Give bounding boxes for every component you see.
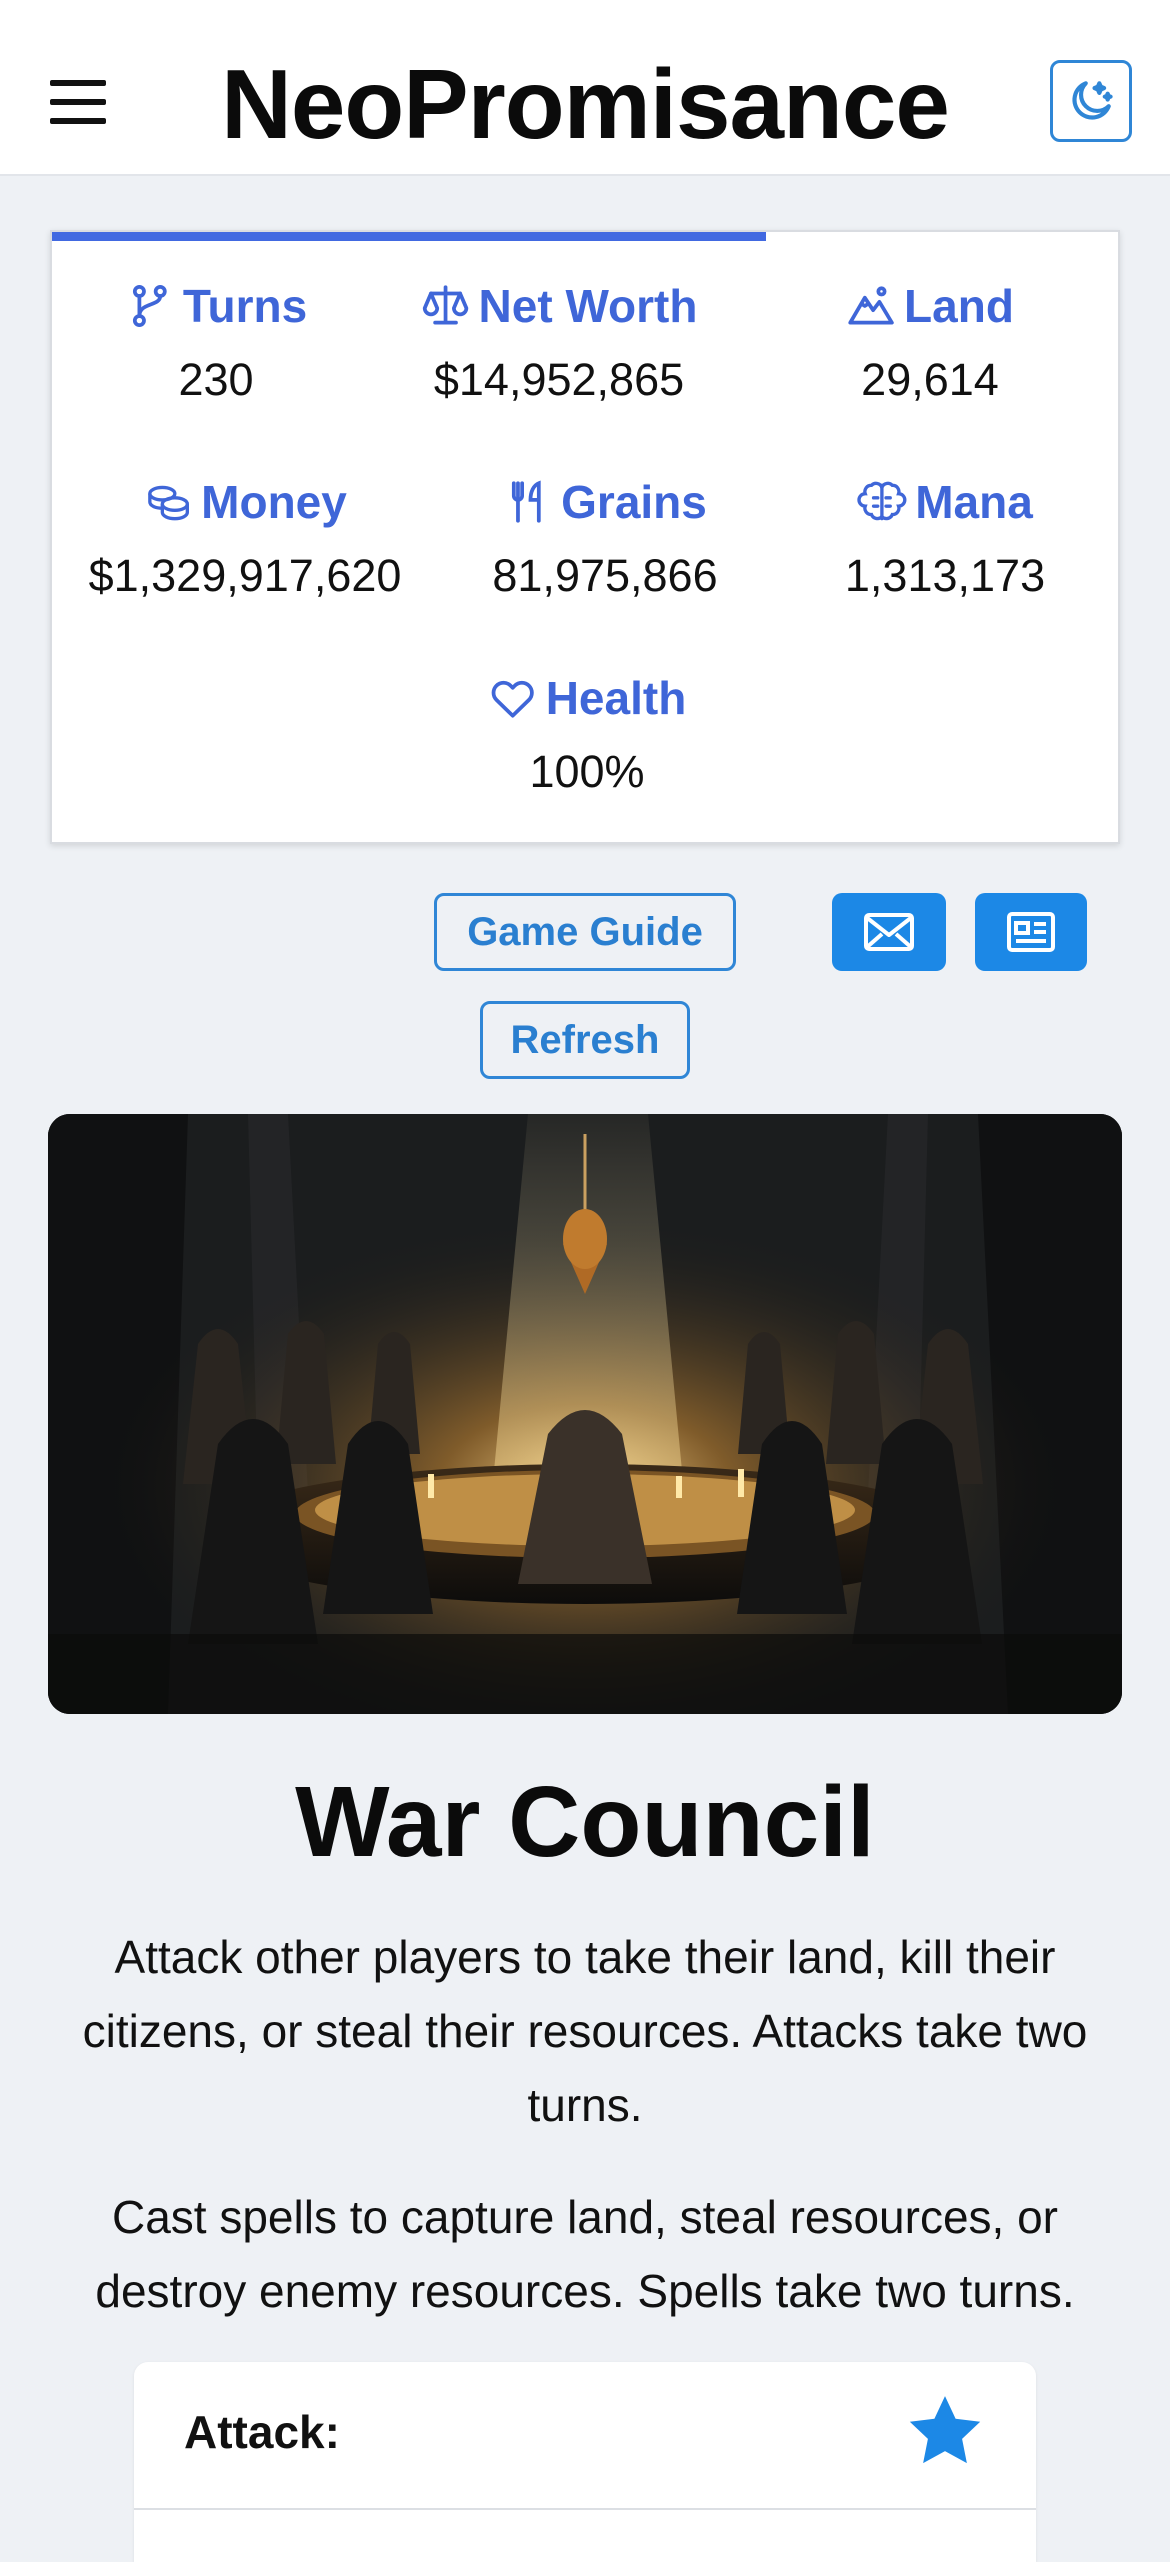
stat-mana: Mana 1,313,173 bbox=[845, 474, 1045, 608]
moon-star-icon bbox=[1072, 81, 1113, 120]
game-guide-button[interactable]: Game Guide bbox=[434, 893, 736, 971]
heart-icon bbox=[491, 680, 534, 718]
coins-icon bbox=[147, 485, 189, 521]
fork-knife-icon bbox=[511, 480, 541, 523]
stat-turns-label: Turns bbox=[182, 280, 308, 332]
refresh-button[interactable]: Refresh bbox=[480, 1001, 690, 1079]
page-title: War Council bbox=[295, 1766, 875, 1878]
stat-land-label: Land bbox=[904, 280, 1014, 332]
stat-money: Money $1,329,917,620 bbox=[89, 474, 402, 608]
mail-button[interactable] bbox=[832, 893, 946, 971]
news-button[interactable] bbox=[975, 893, 1087, 971]
stat-turns: Turns 230 bbox=[125, 278, 307, 412]
branch-icon bbox=[132, 284, 167, 328]
newspaper-icon bbox=[1007, 912, 1055, 952]
stat-net-worth-label: Net Worth bbox=[478, 280, 698, 332]
scale-icon bbox=[422, 285, 469, 325]
attack-label: Attack: bbox=[184, 2406, 340, 2458]
stat-money-label: Money bbox=[201, 476, 347, 528]
stat-health-value: 100% bbox=[529, 746, 645, 797]
attack-description: Attack other players to take their land,… bbox=[82, 1931, 1088, 2131]
stat-mana-value: 1,313,173 bbox=[844, 550, 1046, 601]
star-icon[interactable] bbox=[904, 2390, 986, 2472]
stat-mana-label: Mana bbox=[915, 476, 1033, 528]
stat-grains: Grains 81,975,866 bbox=[492, 474, 717, 608]
stat-health: Health 100% bbox=[488, 670, 687, 804]
stat-land-value: 29,614 bbox=[861, 354, 999, 405]
stat-net-worth: Net Worth $14,952,865 bbox=[421, 278, 698, 412]
theme-toggle-button[interactable] bbox=[1050, 60, 1132, 142]
stat-grains-label: Grains bbox=[561, 476, 707, 528]
spell-description: Cast spells to capture land, steal resou… bbox=[95, 2191, 1075, 2317]
stat-grains-value: 81,975,866 bbox=[492, 550, 718, 601]
stat-health-label: Health bbox=[545, 672, 687, 724]
stat-money-value: $1,329,917,620 bbox=[88, 550, 402, 601]
turns-progress-bar bbox=[52, 232, 767, 241]
stat-net-worth-value: $14,952,865 bbox=[433, 354, 685, 405]
attack-card-divider bbox=[134, 2508, 1036, 2510]
stat-land: Land 29,614 bbox=[846, 278, 1014, 412]
empire-stats-card: Turns 230 Net Worth $14,952,865 Land 29,… bbox=[50, 230, 1120, 844]
brain-icon bbox=[857, 481, 907, 521]
attack-card: Attack: bbox=[134, 2362, 1036, 2562]
top-bar: NeoPromisance bbox=[0, 0, 1170, 176]
app-title: NeoPromisance bbox=[221, 49, 950, 159]
stat-turns-value: 230 bbox=[178, 354, 254, 405]
envelope-icon bbox=[864, 913, 914, 951]
mountains-icon bbox=[848, 286, 894, 325]
war-council-illustration bbox=[48, 1114, 1122, 1714]
